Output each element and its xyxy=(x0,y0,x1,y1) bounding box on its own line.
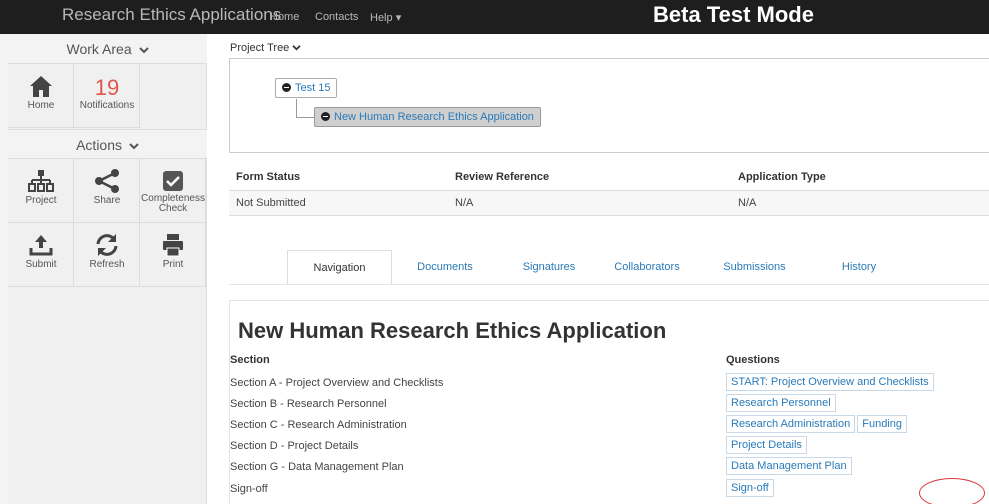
project-tree-toggle[interactable]: Project Tree xyxy=(230,42,301,54)
chevron-down-icon xyxy=(129,143,139,150)
list-item: Section G - Data Management Plan Data Ma… xyxy=(229,457,989,477)
project-tree-panel: Test 15 New Human Research Ethics Applic… xyxy=(229,58,989,153)
list-item: Section B - Research Personnel Research … xyxy=(229,394,989,414)
list-item: Section C - Research Administration Rese… xyxy=(229,415,989,435)
home-tile[interactable]: Home xyxy=(8,64,74,128)
completeness-label-line2: Check xyxy=(158,203,188,214)
chevron-down-icon: ▾ xyxy=(395,12,402,24)
page-title: New Human Research Ethics Application xyxy=(238,318,667,343)
tree-node-application[interactable]: New Human Research Ethics Application xyxy=(314,107,541,127)
share-tile-label: Share xyxy=(93,195,121,206)
refresh-tile-label: Refresh xyxy=(89,259,125,270)
refresh-tile[interactable]: Refresh xyxy=(74,223,140,287)
completeness-tile-label: Completeness Check xyxy=(140,194,206,214)
nav-help-label: Help xyxy=(370,12,393,24)
highlight-circle xyxy=(919,478,985,504)
question-link-sign-off[interactable]: Sign-off xyxy=(726,479,774,497)
application-type-value: N/A xyxy=(738,197,757,209)
share-tile[interactable]: Share xyxy=(74,159,140,223)
review-reference-value: N/A xyxy=(455,197,474,209)
submit-tile-label: Submit xyxy=(25,259,57,270)
notification-count: 19 xyxy=(94,75,120,100)
tree-connector xyxy=(296,99,297,118)
section-label: Section G - Data Management Plan xyxy=(230,461,404,473)
review-reference-header: Review Reference xyxy=(455,171,550,183)
list-item: Section A - Project Overview and Checkli… xyxy=(229,373,989,393)
question-link-start[interactable]: START: Project Overview and Checklists xyxy=(726,373,934,391)
list-item: Sign-off Sign-off xyxy=(229,479,989,499)
table-row xyxy=(229,190,989,216)
form-status-header: Form Status xyxy=(236,171,301,183)
section-label: Section A - Project Overview and Checkli… xyxy=(230,377,444,389)
nav-help-menu[interactable]: Help ▾ xyxy=(370,11,401,24)
upload-icon xyxy=(29,235,53,256)
question-links: Project Details xyxy=(726,436,809,454)
question-link-funding[interactable]: Funding xyxy=(857,415,907,433)
actions-header[interactable]: Actions xyxy=(8,129,207,159)
section-label: Section C - Research Administration xyxy=(230,419,407,431)
sidebar: Work Area Home 19 Notifications Actions … xyxy=(8,34,207,504)
question-links: Data Management Plan xyxy=(726,457,854,475)
refresh-icon xyxy=(96,234,118,256)
print-icon xyxy=(163,234,183,257)
application-type-header: Application Type xyxy=(738,171,826,183)
project-tile[interactable]: Project xyxy=(8,159,74,223)
tab-history[interactable]: History xyxy=(824,250,894,284)
check-square-icon xyxy=(163,171,183,191)
collapse-icon[interactable] xyxy=(282,83,291,92)
section-label: Section D - Project Details xyxy=(230,440,359,452)
section-column-header: Section xyxy=(230,354,270,366)
left-edge-strip xyxy=(0,34,8,504)
tree-node-root-label: Test 15 xyxy=(295,82,331,94)
tree-node-root[interactable]: Test 15 xyxy=(275,78,338,98)
home-tile-label: Home xyxy=(27,100,55,111)
project-tile-label: Project xyxy=(25,195,57,206)
tab-divider xyxy=(229,284,989,285)
project-tree-label: Project Tree xyxy=(230,42,290,54)
sitemap-icon xyxy=(28,170,54,192)
question-link-research-personnel[interactable]: Research Personnel xyxy=(726,394,836,412)
tab-signatures[interactable]: Signatures xyxy=(509,250,589,284)
nav-contacts-link[interactable]: Contacts xyxy=(315,11,358,23)
question-link-research-administration[interactable]: Research Administration xyxy=(726,415,856,433)
question-links: Research Personnel xyxy=(726,394,838,412)
notifications-tile-label: Notifications xyxy=(79,100,135,111)
submit-tile[interactable]: Submit xyxy=(8,223,74,287)
section-label: Section B - Research Personnel xyxy=(230,398,387,410)
question-links: Research Administration Funding xyxy=(726,415,909,433)
notifications-tile[interactable]: 19 Notifications xyxy=(74,64,140,128)
list-item: Section D - Project Details Project Deta… xyxy=(229,436,989,456)
section-label: Sign-off xyxy=(230,483,268,495)
work-area-label: Work Area xyxy=(66,41,132,57)
main-content: Project Tree Test 15 New Human Research … xyxy=(207,34,989,504)
tree-node-application-label: New Human Research Ethics Application xyxy=(334,111,534,123)
chevron-down-icon xyxy=(292,45,301,51)
nav-home-link[interactable]: Home xyxy=(270,11,299,23)
form-status-value: Not Submitted xyxy=(236,197,306,209)
tab-navigation[interactable]: Navigation xyxy=(287,250,392,284)
home-icon xyxy=(30,76,52,97)
top-navbar: Research Ethics Applications Home Contac… xyxy=(0,0,989,34)
question-links: Sign-off xyxy=(726,479,776,497)
question-link-project-details[interactable]: Project Details xyxy=(726,436,807,454)
tab-submissions[interactable]: Submissions xyxy=(712,250,797,284)
questions-column-header: Questions xyxy=(726,354,780,366)
share-icon xyxy=(95,169,119,193)
collapse-icon[interactable] xyxy=(321,112,330,121)
tab-collaborators[interactable]: Collaborators xyxy=(602,250,692,284)
print-tile-label: Print xyxy=(162,259,184,270)
tab-documents[interactable]: Documents xyxy=(405,250,485,284)
print-tile[interactable]: Print xyxy=(140,223,206,287)
beta-mode-banner: Beta Test Mode xyxy=(653,2,814,27)
work-area-header[interactable]: Work Area xyxy=(8,34,207,64)
app-brand[interactable]: Research Ethics Applications xyxy=(62,5,281,25)
completeness-check-tile[interactable]: Completeness Check xyxy=(140,159,206,223)
chevron-down-icon xyxy=(138,47,149,54)
question-link-data-management-plan[interactable]: Data Management Plan xyxy=(726,457,852,475)
actions-label: Actions xyxy=(76,137,123,153)
question-links: START: Project Overview and Checklists xyxy=(726,373,936,391)
tree-connector xyxy=(296,117,316,118)
